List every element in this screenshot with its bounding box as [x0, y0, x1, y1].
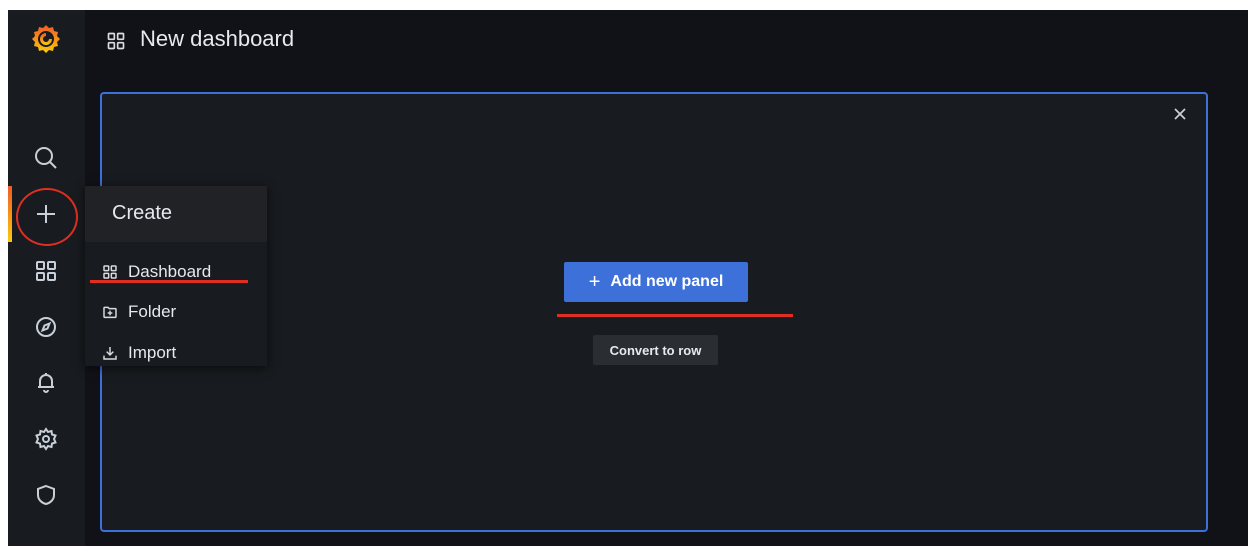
import-icon	[101, 344, 119, 362]
plus-icon: +	[588, 271, 601, 293]
convert-to-row-label: Convert to row	[609, 342, 702, 358]
annotation-underline	[90, 280, 248, 283]
folder-plus-icon	[101, 303, 119, 321]
create-menu-header: Create	[85, 186, 267, 242]
shield-icon[interactable]	[31, 480, 61, 510]
page-title[interactable]: New dashboard	[140, 26, 294, 52]
apps-grid-icon	[106, 31, 126, 56]
menu-item-folder[interactable]: Folder	[85, 294, 267, 330]
grafana-screen: New dashboard + Add new panel Convert to…	[8, 10, 1248, 546]
apps-grid-icon	[101, 263, 119, 281]
convert-to-row-button[interactable]: Convert to row	[593, 335, 718, 365]
annotation-underline	[557, 314, 793, 317]
sidebar	[8, 10, 85, 546]
create-menu-title[interactable]: Create	[112, 202, 172, 225]
menu-item-label: Folder	[128, 302, 177, 321]
plus-icon[interactable]	[31, 199, 61, 229]
add-new-panel-button[interactable]: + Add new panel	[564, 262, 748, 302]
close-icon[interactable]	[1172, 106, 1188, 122]
menu-item-dashboard[interactable]: Dashboard	[85, 254, 267, 290]
menu-item-import[interactable]: Import	[85, 335, 267, 371]
compass-icon[interactable]	[31, 312, 61, 342]
create-menu: Create Dashboard Folder Import	[85, 186, 267, 366]
grafana-logo[interactable]	[30, 23, 62, 55]
page-header: New dashboard	[85, 10, 1248, 74]
add-new-panel-label: Add new panel	[610, 273, 724, 290]
gear-icon[interactable]	[31, 424, 61, 454]
active-indicator	[8, 186, 12, 242]
menu-item-label: Import	[128, 343, 177, 362]
menu-item-label: Dashboard	[128, 262, 212, 281]
search-icon[interactable]	[31, 143, 61, 173]
apps-grid-icon[interactable]	[31, 256, 61, 286]
bell-icon[interactable]	[31, 367, 61, 397]
